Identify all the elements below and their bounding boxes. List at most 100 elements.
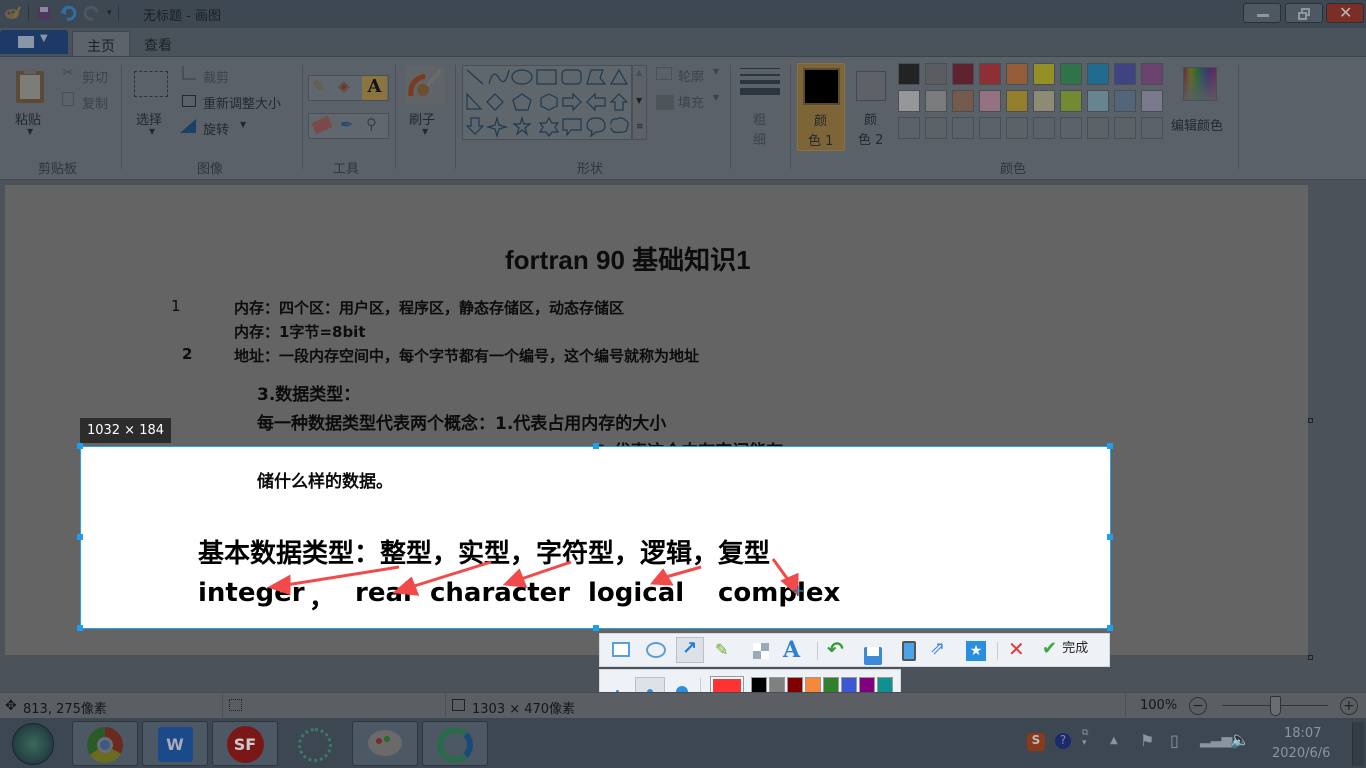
tab-home[interactable]: 主页: [72, 31, 130, 56]
selection-handle-t[interactable]: [593, 443, 599, 449]
palette-color-swatch[interactable]: [979, 90, 1001, 112]
selection-handle-b[interactable]: [593, 625, 599, 631]
outline-button[interactable]: 轮廓: [678, 66, 704, 85]
palette-color-swatch[interactable]: [1114, 63, 1136, 85]
customize-qat-icon[interactable]: ▾: [107, 8, 112, 18]
palette-color-swatch[interactable]: [1006, 90, 1028, 112]
palette-empty-swatch[interactable]: [1006, 117, 1028, 139]
taskbar-foxit[interactable]: SF: [212, 721, 278, 766]
palette-color-swatch[interactable]: [1033, 63, 1055, 85]
palette-color-swatch[interactable]: [1060, 63, 1082, 85]
text-tool-icon[interactable]: A: [783, 637, 805, 663]
brushes-button[interactable]: 刷子 ▼: [402, 63, 448, 149]
taskbar-paint[interactable]: [352, 721, 418, 766]
resize-handle-corner[interactable]: [1308, 655, 1313, 660]
palette-color-swatch[interactable]: [925, 63, 947, 85]
palette-empty-swatch[interactable]: [1087, 117, 1109, 139]
palette-empty-swatch[interactable]: [925, 117, 947, 139]
phone-tool-icon[interactable]: [898, 640, 920, 662]
rotate-button[interactable]: 旋转: [203, 119, 229, 138]
palette-color-swatch[interactable]: [1114, 90, 1136, 112]
palette-empty-swatch[interactable]: [898, 117, 920, 139]
ime-help-icon[interactable]: ?: [1055, 733, 1071, 749]
color2-button[interactable]: 颜 色 2: [850, 63, 894, 151]
palette-color-swatch[interactable]: [952, 90, 974, 112]
palette-empty-swatch[interactable]: [1114, 117, 1136, 139]
palette-empty-swatch[interactable]: [979, 117, 1001, 139]
pencil-icon[interactable]: ✎: [312, 77, 334, 99]
resize-handle-right[interactable]: [1308, 418, 1313, 423]
annotation-color-swatch[interactable]: [859, 677, 875, 693]
fill-button[interactable]: 填充: [678, 92, 704, 111]
save-tool-icon[interactable]: [862, 640, 884, 665]
selection-handle-tr[interactable]: [1107, 443, 1113, 449]
power-icon[interactable]: ▯: [1170, 731, 1179, 750]
palette-empty-swatch[interactable]: [952, 117, 974, 139]
minimize-button[interactable]: [1243, 3, 1281, 23]
selection-handle-tl[interactable]: [77, 443, 83, 449]
annotation-color-swatch[interactable]: [823, 677, 839, 693]
palette-color-swatch[interactable]: [1060, 90, 1082, 112]
palette-empty-swatch[interactable]: [1060, 117, 1082, 139]
taskbar-wps[interactable]: W: [142, 721, 208, 766]
palette-color-swatch[interactable]: [898, 90, 920, 112]
size-button[interactable]: 粗 细: [737, 63, 783, 149]
cancel-tool-icon[interactable]: ✕: [1008, 637, 1030, 661]
save-icon[interactable]: [35, 4, 53, 22]
palette-color-swatch[interactable]: [925, 90, 947, 112]
text-tool-icon[interactable]: A: [362, 76, 387, 100]
taskbar-app-flower[interactable]: [282, 721, 348, 766]
annotation-color-swatch[interactable]: [787, 677, 803, 693]
done-button[interactable]: ✔ 完成: [1042, 638, 1106, 664]
start-button[interactable]: [12, 723, 54, 765]
close-button[interactable]: ✕: [1326, 3, 1364, 23]
ime-menu-icon[interactable]: ⧉ ▾: [1082, 728, 1088, 748]
ime-sogou-icon[interactable]: S: [1027, 733, 1045, 751]
clock-date[interactable]: 2020/6/6: [1272, 746, 1330, 761]
palette-color-swatch[interactable]: [1141, 63, 1163, 85]
annotation-color-swatch[interactable]: [841, 677, 857, 693]
action-center-icon[interactable]: ⚑: [1140, 731, 1154, 750]
paint-app-icon[interactable]: [4, 4, 22, 22]
network-icon[interactable]: ▂▃▅: [1200, 732, 1232, 748]
ellipse-tool-icon[interactable]: [644, 640, 666, 662]
annotation-color-swatch[interactable]: [769, 677, 785, 693]
file-menu-button[interactable]: ▼: [0, 30, 68, 54]
zoom-out-button[interactable]: −: [1189, 697, 1207, 715]
zoom-slider-thumb[interactable]: [1270, 696, 1281, 716]
annotation-color-swatch[interactable]: [751, 677, 767, 693]
shapes-gallery[interactable]: [462, 65, 632, 140]
palette-color-swatch[interactable]: [1033, 90, 1055, 112]
palette-color-swatch[interactable]: [1087, 90, 1109, 112]
annotation-color-swatch[interactable]: [805, 677, 821, 693]
brush-tool-icon[interactable]: ✎: [715, 640, 737, 662]
selection-handle-l[interactable]: [77, 534, 83, 540]
shapes-scroll[interactable]: ▲ ▼ ≡: [632, 65, 647, 140]
palette-color-swatch[interactable]: [952, 63, 974, 85]
volume-icon[interactable]: 🔈: [1230, 730, 1250, 749]
zoom-in-button[interactable]: +: [1340, 697, 1358, 715]
selection-handle-bl[interactable]: [77, 625, 83, 631]
palette-color-swatch[interactable]: [1087, 63, 1109, 85]
fill-bucket-icon[interactable]: ◈: [338, 77, 360, 99]
selection-handle-r[interactable]: [1107, 534, 1113, 540]
clock-time[interactable]: 18:07: [1284, 726, 1321, 741]
cut-button[interactable]: 剪切: [82, 67, 108, 86]
pin-tool-icon[interactable]: ★: [965, 640, 987, 662]
paste-button[interactable]: 粘贴 ▼: [8, 63, 52, 149]
palette-color-swatch[interactable]: [1141, 90, 1163, 112]
undo-tool-icon[interactable]: ↶: [827, 637, 849, 661]
arrow-tool-icon[interactable]: ↗: [676, 637, 704, 663]
share-tool-icon[interactable]: ⇗: [930, 638, 952, 660]
resize-button[interactable]: 重新调整大小: [203, 93, 281, 112]
restore-button[interactable]: [1285, 3, 1323, 23]
redo-icon[interactable]: [83, 4, 101, 22]
color1-button[interactable]: 颜 色 1: [797, 63, 845, 151]
copy-button[interactable]: 复制: [82, 93, 108, 112]
selection-handle-br[interactable]: [1107, 625, 1113, 631]
mosaic-tool-icon[interactable]: [750, 640, 772, 662]
rectangle-tool-icon[interactable]: [610, 640, 632, 662]
annotation-color-swatch[interactable]: [877, 677, 893, 693]
palette-color-swatch[interactable]: [898, 63, 920, 85]
taskbar-app-swirl[interactable]: [422, 721, 488, 766]
